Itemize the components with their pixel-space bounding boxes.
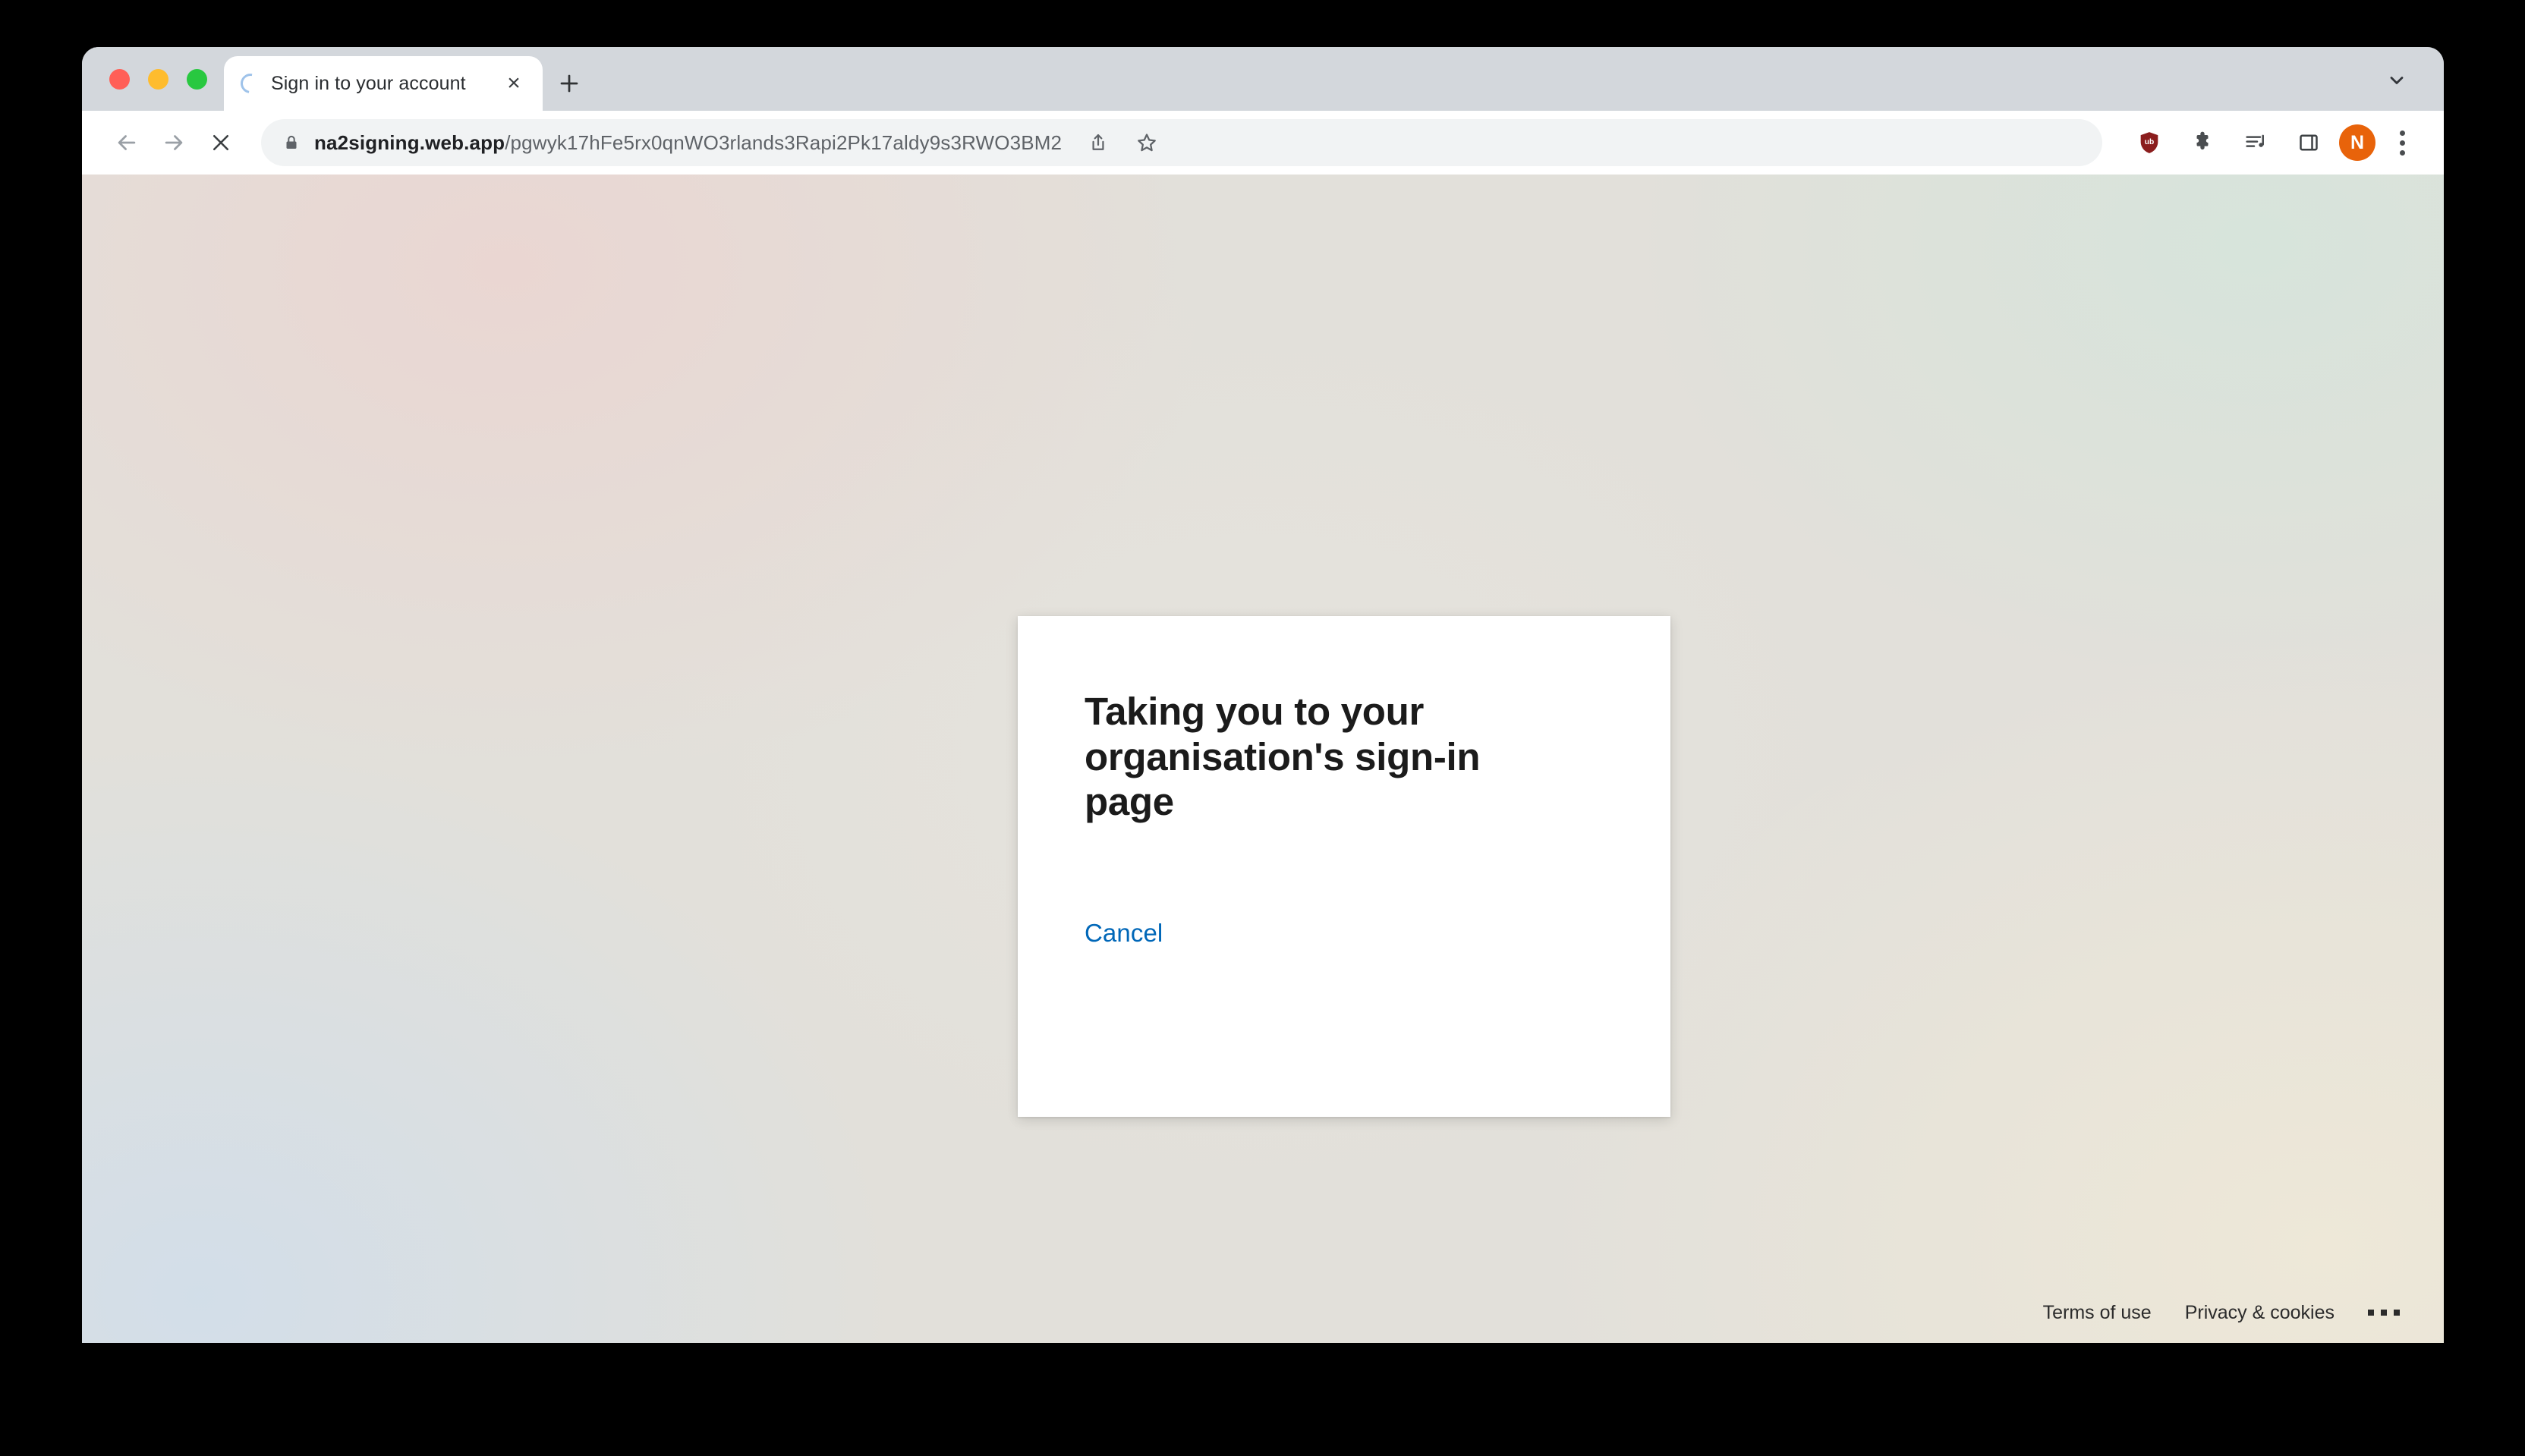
media-playlist-button[interactable] [2233, 120, 2278, 165]
terms-of-use-link[interactable]: Terms of use [2026, 1302, 2168, 1324]
more-options-button[interactable] [2351, 1299, 2413, 1326]
ellipsis-dot [2381, 1310, 2387, 1316]
browser-window: Sign in to your account × na2signing.web… [82, 47, 2444, 1343]
kebab-dot [2399, 130, 2405, 136]
forward-button[interactable] [150, 119, 197, 166]
bookmark-button[interactable] [1124, 120, 1170, 165]
kebab-dot [2399, 149, 2405, 156]
loading-spinner-icon [236, 69, 265, 98]
minimize-window-button[interactable] [148, 68, 168, 90]
cancel-link[interactable]: Cancel [1085, 919, 1163, 948]
close-window-button[interactable] [109, 68, 130, 90]
share-icon [1092, 134, 1104, 150]
back-button[interactable] [103, 119, 150, 166]
signin-card: Taking you to your organisation's sign-i… [1018, 616, 1670, 1117]
side-panel-icon [2300, 134, 2318, 151]
tab-search-button[interactable] [2375, 62, 2418, 99]
tab-title: Sign in to your account [271, 72, 466, 94]
url-text: na2signing.web.app/pgwyk17hFe5rx0qnWO3rl… [314, 131, 1062, 155]
url-host: na2signing.web.app [314, 131, 505, 154]
page-footer: Terms of use Privacy & cookies [2026, 1299, 2413, 1326]
tab-strip: Sign in to your account × [82, 47, 2444, 111]
chrome-menu-button[interactable] [2383, 120, 2421, 165]
stop-loading-button[interactable] [197, 119, 244, 166]
arrow-left-icon [118, 135, 136, 150]
new-tab-button[interactable] [543, 56, 596, 111]
side-panel-button[interactable] [2286, 120, 2331, 165]
close-tab-icon[interactable]: × [499, 68, 529, 99]
ellipsis-dot [2394, 1310, 2400, 1316]
plus-icon [560, 74, 578, 93]
page-title: Taking you to your organisation's sign-i… [1085, 690, 1481, 824]
profile-avatar[interactable]: N [2339, 124, 2375, 161]
omnibox-actions [1075, 120, 1170, 165]
privacy-cookies-link[interactable]: Privacy & cookies [2168, 1302, 2351, 1324]
kebab-dot [2399, 140, 2405, 146]
page-viewport: Taking you to your organisation's sign-i… [82, 175, 2444, 1343]
lock-icon [286, 135, 297, 149]
address-bar[interactable]: na2signing.web.app/pgwyk17hFe5rx0qnWO3rl… [261, 119, 2102, 166]
extensions-group: ub [2127, 120, 2331, 165]
browser-tab[interactable]: Sign in to your account × [224, 56, 543, 111]
maximize-window-button[interactable] [187, 68, 207, 90]
ellipsis-dot [2368, 1310, 2374, 1316]
chevron-down-icon [2390, 77, 2404, 84]
ublock-origin-button[interactable]: ub [2127, 120, 2172, 165]
media-note-icon [2246, 134, 2264, 147]
url-path: /pgwyk17hFe5rx0qnWO3rlands3Rapi2Pk17aldy… [505, 131, 1063, 154]
star-icon [1138, 134, 1157, 152]
share-button[interactable] [1075, 120, 1121, 165]
window-controls [82, 47, 224, 111]
puzzle-piece-icon [2196, 131, 2209, 150]
shield-icon: ub [2140, 132, 2158, 153]
browser-toolbar: na2signing.web.app/pgwyk17hFe5rx0qnWO3rl… [82, 111, 2444, 175]
arrow-right-icon [165, 135, 183, 150]
svg-text:ub: ub [2145, 138, 2154, 146]
close-x-icon [213, 134, 229, 151]
extensions-button[interactable] [2180, 120, 2225, 165]
